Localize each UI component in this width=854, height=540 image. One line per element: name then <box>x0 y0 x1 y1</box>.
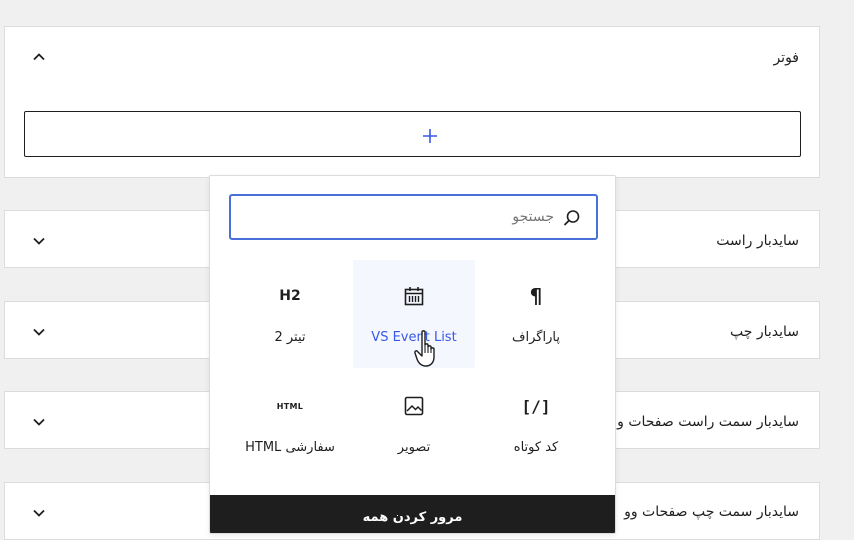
block-heading[interactable]: H2 تیتر 2 <box>229 260 351 368</box>
plus-icon <box>423 128 437 143</box>
left-sidebar-panel-title: سایدبار چپ <box>729 324 799 340</box>
chevron-down-icon[interactable] <box>31 324 47 340</box>
heading-icon: H2 <box>279 288 301 304</box>
chevron-down-icon[interactable] <box>31 414 47 430</box>
block-label: پاراگراف <box>512 330 560 345</box>
html-icon: HTML <box>276 401 304 411</box>
block-shortcode[interactable]: [/] کد کوتاه <box>475 370 597 478</box>
hand-cursor-icon <box>414 329 444 369</box>
block-label: تیتر 2 <box>274 330 306 345</box>
left-pages-sidebar-panel-title: سایدبار سمت چپ صفحات وو <box>624 504 799 520</box>
block-inserter-popover: ¶ پاراگراف VS Event List H2 تیتر 2 [/] ک… <box>209 175 616 534</box>
block-custom-html[interactable]: HTML HTML سفارشی <box>229 370 351 478</box>
search-icon <box>562 208 582 228</box>
block-paragraph[interactable]: ¶ پاراگراف <box>475 260 597 368</box>
add-block-button[interactable] <box>24 111 801 157</box>
paragraph-icon: ¶ <box>529 284 543 308</box>
block-search-input[interactable] <box>241 206 554 228</box>
block-label: تصویر <box>397 440 431 455</box>
block-search-box[interactable] <box>229 194 598 240</box>
image-icon <box>353 394 475 418</box>
shortcode-icon: [/] <box>521 396 551 416</box>
right-sidebar-panel-title: سایدبار راست <box>716 233 799 249</box>
chevron-up-icon[interactable] <box>31 49 47 65</box>
footer-panel-title: فوتر <box>773 50 799 66</box>
block-label: کد کوتاه <box>513 440 559 455</box>
block-label: HTML سفارشی <box>245 440 335 455</box>
chevron-down-icon[interactable] <box>31 233 47 249</box>
right-pages-sidebar-panel-title: سایدبار سمت راست صفحات و <box>617 414 799 430</box>
browse-all-button[interactable]: مرور کردن همه <box>210 495 615 533</box>
chevron-down-icon[interactable] <box>31 505 47 521</box>
calendar-icon <box>353 284 475 308</box>
block-image[interactable]: تصویر <box>353 370 475 478</box>
